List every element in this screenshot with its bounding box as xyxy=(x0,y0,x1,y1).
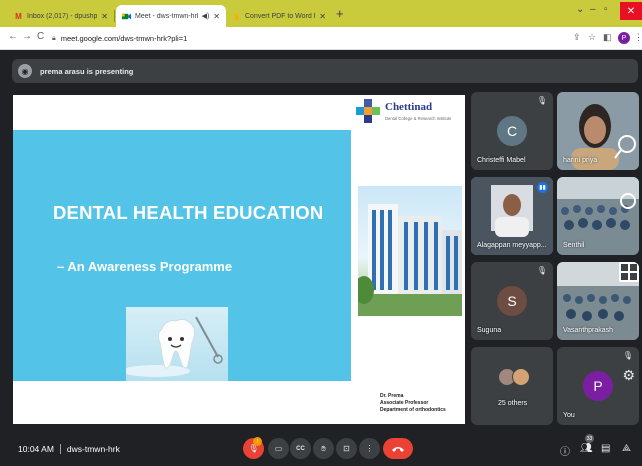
tab-pdf-converter[interactable]: ▮ Convert PDF to Word Free Online ✕ xyxy=(226,5,332,27)
others-tile[interactable]: 25 others xyxy=(471,347,553,425)
mic-off-icon: 🎙︎ xyxy=(536,266,547,275)
shared-slide: Chettinad Dental College & Research Inst… xyxy=(13,95,465,424)
present-screen-button[interactable]: ⊡ xyxy=(336,438,357,459)
slide-credits: Dr. Prema Associate Professor Department… xyxy=(380,393,446,414)
profile-avatar[interactable]: P xyxy=(618,32,630,44)
participant-tile[interactable]: Senthil xyxy=(557,177,639,255)
mic-off-icon: 🎙︎ xyxy=(536,96,547,105)
forward-icon[interactable]: → xyxy=(22,31,32,42)
participant-name: You xyxy=(563,412,575,419)
close-tab-icon[interactable]: ✕ xyxy=(319,12,326,21)
pdf-converter-icon: ▮ xyxy=(234,11,239,21)
raise-hand-button[interactable]: ✋︎ xyxy=(313,438,334,459)
close-tab-icon[interactable]: ✕ xyxy=(213,12,220,21)
present-icon: ⊡ xyxy=(343,444,350,453)
address-bar[interactable]: 🔒︎ meet.google.com/dws-tmwn-hrk?pli=1 xyxy=(52,30,542,47)
tab-label: Inbox (2,017) - dpushpalatha@c xyxy=(27,12,98,20)
others-avatars xyxy=(498,368,538,388)
activities-icon[interactable]: ⟁ xyxy=(622,443,631,454)
camera-toggle-button[interactable]: ▭ xyxy=(268,438,289,459)
share-icon[interactable]: ⇪ xyxy=(573,32,581,43)
more-vert-icon: ⋮ xyxy=(365,444,374,453)
presenter-text: prema arasu is presenting xyxy=(40,66,134,76)
hang-up-icon xyxy=(392,446,404,452)
chat-icon[interactable]: ▤ xyxy=(601,443,610,454)
participant-name: harini priya xyxy=(563,157,598,164)
participant-name: Christeffi Mabel xyxy=(477,157,526,164)
more-options-button[interactable]: ⋮ xyxy=(359,438,380,459)
college-building-photo xyxy=(358,186,462,316)
mic-warning-badge: ! xyxy=(253,437,262,446)
menu-dots-icon[interactable]: ⋮ xyxy=(634,32,642,43)
participant-avatar: C xyxy=(497,116,527,146)
bookmark-star-icon[interactable]: ☆ xyxy=(588,32,596,43)
participant-name: Suguna xyxy=(477,327,502,334)
tab-audio-icon[interactable]: ◀) xyxy=(202,12,210,20)
presenter-avatar: ◉ xyxy=(18,64,32,78)
close-window-button[interactable]: ✕ xyxy=(620,2,642,20)
mic-off-icon: 🎙︎ xyxy=(622,351,633,360)
url-text: meet.google.com/dws-tmwn-hrk?pli=1 xyxy=(60,34,188,43)
tab-label: Meet - dws-tmwn-hrk xyxy=(135,12,198,20)
tab-search-icon[interactable]: ⌄ xyxy=(576,4,584,15)
avatar xyxy=(512,368,530,386)
presenter-banner: ◉ prema arasu is presenting xyxy=(12,59,638,83)
speaking-indicator-icon: ▮▮ xyxy=(537,182,548,193)
meeting-details-icon[interactable]: ⓘ xyxy=(560,443,570,458)
captions-button[interactable]: CC xyxy=(290,438,311,459)
logo-mark-icon xyxy=(356,99,380,123)
people-icon[interactable]: 👥︎ xyxy=(580,443,593,454)
settings-gear-icon[interactable]: ⚙ xyxy=(622,367,635,384)
reload-icon[interactable]: C xyxy=(37,31,44,42)
credit-line: Associate Professor xyxy=(380,400,429,406)
tab-divider xyxy=(114,10,115,22)
others-count: 25 others xyxy=(498,400,528,407)
meeting-info: 10:04 AM dws-tmwn-hrk xyxy=(18,444,120,454)
maximize-button[interactable]: ▫ xyxy=(604,4,608,15)
tab-label: Convert PDF to Word Free Online xyxy=(245,12,315,20)
camera-icon: ▭ xyxy=(274,444,283,453)
tab-meet[interactable]: Meet - dws-tmwn-hrk ◀) ✕ xyxy=(116,5,226,27)
back-icon[interactable]: ← xyxy=(8,31,18,42)
logo-name: Chettinad xyxy=(385,101,433,113)
participant-name: Senthil xyxy=(563,242,585,249)
participant-name: Alagappan meyyapp... xyxy=(477,242,547,249)
lock-icon[interactable]: 🔒︎ xyxy=(52,35,56,43)
meeting-time: 10:04 AM xyxy=(18,444,54,454)
captions-icon: CC xyxy=(296,445,305,452)
browser-toolbar: ← → C 🔒︎ meet.google.com/dws-tmwn-hrk?pl… xyxy=(0,27,642,50)
slide-subtitle: – An Awareness Programme xyxy=(57,259,233,274)
browser-tab-strip: M Inbox (2,017) - dpushpalatha@c ✕ Meet … xyxy=(0,0,642,27)
participant-name: Vasanthprakash xyxy=(563,327,614,334)
participant-tile[interactable]: S 🎙︎ Suguna xyxy=(471,262,553,340)
logo-subtitle: Dental College & Research Institute xyxy=(385,116,452,121)
participant-avatar: S xyxy=(497,286,527,316)
meet-icon xyxy=(122,12,131,21)
meeting-controls-bar: 10:04 AM dws-tmwn-hrk 🎙︎ ! ▭ CC ✋︎ ⊡ ⋮ ⓘ… xyxy=(0,432,642,466)
meeting-code: dws-tmwn-hrk xyxy=(66,444,120,454)
leave-call-button[interactable] xyxy=(383,438,413,459)
credit-line: Dr. Prema xyxy=(380,393,404,399)
self-tile[interactable]: P 🎙︎ ⚙ You xyxy=(557,347,639,425)
new-tab-button[interactable]: + xyxy=(336,7,344,20)
divider xyxy=(59,444,61,454)
tab-gmail[interactable]: M Inbox (2,017) - dpushpalatha@c ✕ xyxy=(8,5,114,27)
participant-tile[interactable]: ▮▮ Alagappan meyyapp... xyxy=(471,177,553,255)
participant-tile[interactable]: Vasanthprakash xyxy=(557,262,639,340)
gmail-icon: M xyxy=(15,11,22,21)
side-panel-icon[interactable]: ◧ xyxy=(603,32,612,43)
close-tab-icon[interactable]: ✕ xyxy=(101,12,108,21)
participant-count-badge: 33 xyxy=(585,434,594,443)
participant-tile[interactable]: harini priya xyxy=(557,92,639,170)
minimize-button[interactable]: – xyxy=(590,4,596,15)
slide-title: DENTAL HEALTH EDUCATION xyxy=(53,202,324,223)
hand-icon: ✋︎ xyxy=(321,443,326,453)
credit-line: Department of orthodontics xyxy=(380,407,446,413)
institution-logo: Chettinad Dental College & Research Inst… xyxy=(354,95,465,130)
participant-tile[interactable]: C 🎙︎ Christeffi Mabel xyxy=(471,92,553,170)
self-avatar: P xyxy=(583,371,613,401)
tooth-illustration xyxy=(126,307,228,381)
